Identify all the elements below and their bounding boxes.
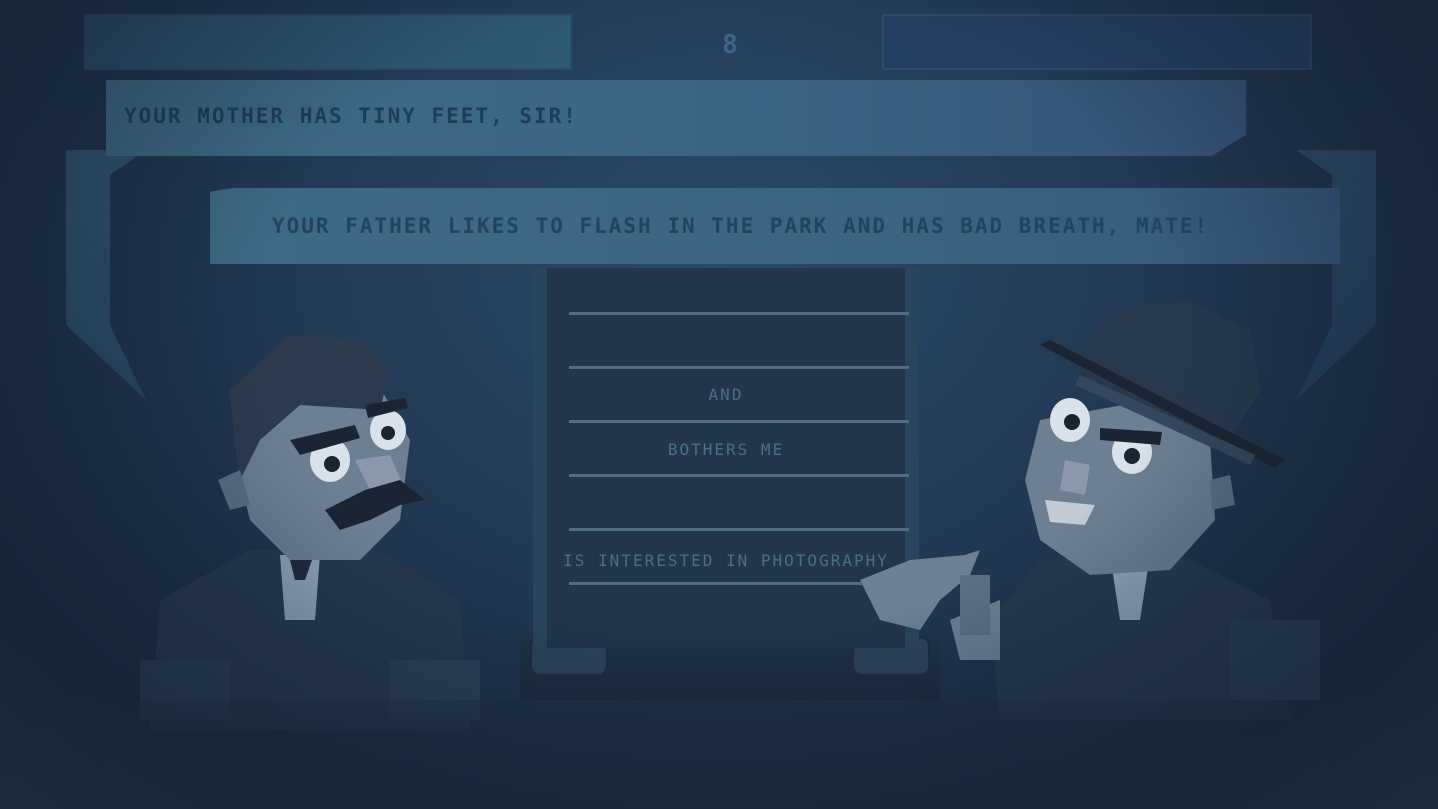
right-character-body <box>950 550 1320 720</box>
left-character-head <box>218 335 425 560</box>
right-character-bowler <box>860 300 1320 720</box>
game-screen: 8 YOUR MOTHER HAS TINY FEET, SIR! YOUR F… <box>0 0 1438 809</box>
player-insult-bubble: YOUR FATHER LIKES TO FLASH IN THE PARK A… <box>210 188 1340 264</box>
left-frame-bracket <box>66 150 146 400</box>
left-player-meter <box>84 14 572 70</box>
round-counter: 8 <box>722 30 738 60</box>
stage-floor <box>0 700 1438 809</box>
left-character-mustache <box>140 335 480 730</box>
opponent-insult-text: YOUR MOTHER HAS TINY FEET, SIR! <box>124 104 578 128</box>
opponent-insult-bubble: YOUR MOTHER HAS TINY FEET, SIR! <box>106 80 1246 156</box>
right-player-meter <box>882 14 1312 70</box>
right-character-hand <box>860 550 990 635</box>
player-insult-text: YOUR FATHER LIKES TO FLASH IN THE PARK A… <box>272 214 1210 238</box>
